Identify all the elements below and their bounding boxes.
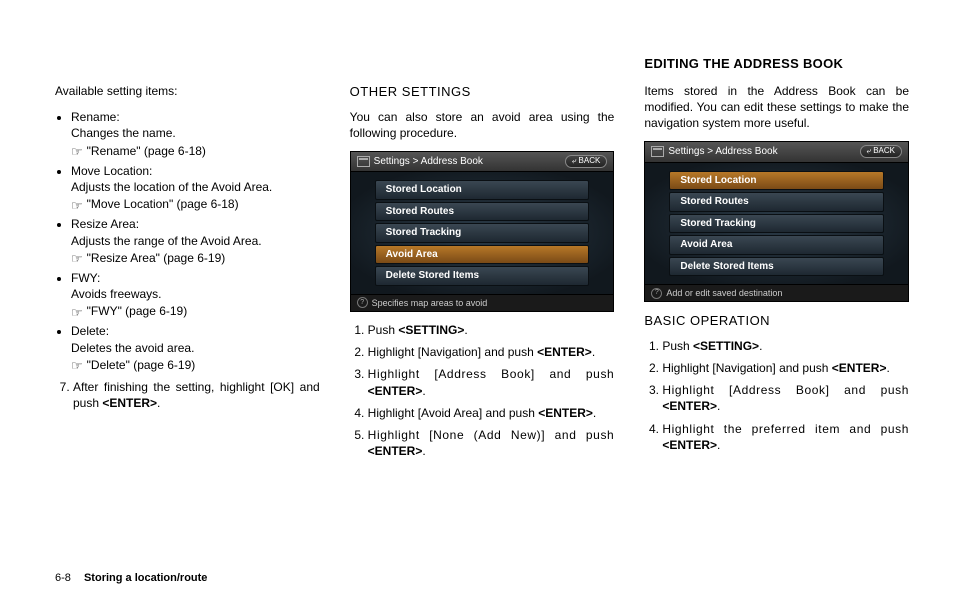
step-item: Highlight [Navigation] and push <ENTER>. — [662, 360, 909, 376]
list-item: Move Location: Adjusts the location of t… — [71, 163, 320, 213]
item-ref-line: ☞ "Delete" (page 6-19) — [71, 357, 320, 373]
item-ref: "Move Location" (page 6-18) — [87, 196, 239, 212]
item-desc: Avoids freeways. — [71, 286, 320, 302]
info-icon: ? — [357, 297, 368, 308]
other-settings-heading: OTHER SETTINGS — [350, 83, 615, 101]
item-name: Resize Area: — [71, 216, 320, 232]
pointer-icon: ☞ — [71, 306, 83, 319]
screenshot-body: Stored Location Stored Routes Stored Tra… — [645, 163, 908, 285]
item-name: Delete: — [71, 323, 320, 339]
step-item: Highlight [Navigation] and push <ENTER>. — [368, 344, 615, 360]
page-footer: 6-8 Storing a location/route — [55, 571, 207, 586]
screenshot-statusbar: ?Specifies map areas to avoid — [351, 294, 614, 311]
screenshot-address-book: Settings > Address Book ⤶ BACK Stored Lo… — [644, 141, 909, 302]
pointer-icon: ☞ — [71, 145, 83, 158]
col3-intro: Items stored in the Address Book can be … — [644, 83, 909, 132]
step-item: Highlight [Address Book] and push <ENTER… — [368, 366, 615, 398]
item-ref-line: ☞ "Rename" (page 6-18) — [71, 143, 320, 159]
menu-row-selected: Stored Location — [669, 171, 884, 191]
item-desc: Adjusts the location of the Avoid Area. — [71, 179, 320, 195]
item-ref: "Delete" (page 6-19) — [87, 357, 196, 373]
screenshot-title: Settings > Address Book — [374, 155, 483, 169]
menu-row: Stored Tracking — [375, 223, 590, 243]
list-item: Resize Area: Adjusts the range of the Av… — [71, 216, 320, 266]
screenshot-body: Stored Location Stored Routes Stored Tra… — [351, 172, 614, 294]
col1-list: Rename: Changes the name. ☞ "Rename" (pag… — [55, 109, 320, 373]
footer-title: Storing a location/route — [84, 572, 207, 584]
menu-row-selected: Avoid Area — [375, 245, 590, 265]
screenshot-avoid-area: Settings > Address Book ⤶ BACK Stored Lo… — [350, 151, 615, 312]
settings-icon — [651, 146, 664, 157]
page-body: Available setting items: Rename: Changes… — [0, 0, 954, 590]
menu-row: Stored Routes — [669, 192, 884, 212]
item-desc: Adjusts the range of the Avoid Area. — [71, 233, 320, 249]
menu-row: Stored Tracking — [669, 214, 884, 234]
screenshot-titlebar: Settings > Address Book ⤶ BACK — [351, 152, 614, 173]
item-name: FWY: — [71, 270, 320, 286]
item-ref: "Resize Area" (page 6-19) — [87, 250, 226, 266]
step-item: Push <SETTING>. — [368, 322, 615, 338]
item-ref-line: ☞ "Move Location" (page 6-18) — [71, 196, 320, 212]
col3-steps: Push <SETTING>. Highlight [Navigation] a… — [644, 338, 909, 453]
step-item: Highlight [Avoid Area] and push <ENTER>. — [368, 405, 615, 421]
settings-icon — [357, 156, 370, 167]
list-item: FWY: Avoids freeways. ☞ "FWY" (page 6-19) — [71, 270, 320, 320]
item-ref: "Rename" (page 6-18) — [87, 143, 206, 159]
screenshot-titlebar: Settings > Address Book ⤶ BACK — [645, 142, 908, 163]
info-icon: ? — [651, 288, 662, 299]
menu-row: Stored Location — [375, 180, 590, 200]
column-middle: OTHER SETTINGS You can also store an avo… — [350, 55, 615, 560]
step-item: Highlight the preferred item and push <E… — [662, 421, 909, 453]
column-left: Available setting items: Rename: Changes… — [55, 55, 320, 560]
col2-steps: Push <SETTING>. Highlight [Navigation] a… — [350, 322, 615, 459]
item-desc: Deletes the avoid area. — [71, 340, 320, 356]
col1-step7: After finishing the setting, highlight [… — [55, 379, 320, 411]
step-item: Highlight [None (Add New)] and push <ENT… — [368, 427, 615, 459]
item-ref: "FWY" (page 6-19) — [87, 303, 188, 319]
list-item: Delete: Deletes the avoid area. ☞ "Delete… — [71, 323, 320, 373]
item-ref-line: ☞ "FWY" (page 6-19) — [71, 303, 320, 319]
basic-operation-heading: BASIC OPERATION — [644, 312, 909, 330]
col2-intro: You can also store an avoid area using t… — [350, 109, 615, 141]
menu-row: Delete Stored Items — [375, 266, 590, 286]
step-item: Highlight [Address Book] and push <ENTER… — [662, 382, 909, 414]
screenshot-statusbar: ?Add or edit saved destination — [645, 284, 908, 301]
pointer-icon: ☞ — [71, 359, 83, 372]
menu-row: Delete Stored Items — [669, 257, 884, 277]
col1-intro: Available setting items: — [55, 83, 320, 99]
step-item: After finishing the setting, highlight [… — [73, 379, 320, 411]
list-item: Rename: Changes the name. ☞ "Rename" (pag… — [71, 109, 320, 159]
page-number: 6-8 — [55, 572, 71, 584]
step-item: Push <SETTING>. — [662, 338, 909, 354]
item-name: Rename: — [71, 109, 320, 125]
pointer-icon: ☞ — [71, 252, 83, 265]
menu-row: Avoid Area — [669, 235, 884, 255]
column-right: EDITING THE ADDRESS BOOK Items stored in… — [644, 55, 909, 560]
back-button: ⤶ BACK — [565, 155, 608, 168]
item-name: Move Location: — [71, 163, 320, 179]
pointer-icon: ☞ — [71, 199, 83, 212]
back-button: ⤶ BACK — [860, 145, 903, 158]
menu-row: Stored Routes — [375, 202, 590, 222]
item-desc: Changes the name. — [71, 125, 320, 141]
item-ref-line: ☞ "Resize Area" (page 6-19) — [71, 250, 320, 266]
screenshot-title: Settings > Address Book — [668, 145, 777, 159]
editing-address-book-heading: EDITING THE ADDRESS BOOK — [644, 55, 909, 73]
